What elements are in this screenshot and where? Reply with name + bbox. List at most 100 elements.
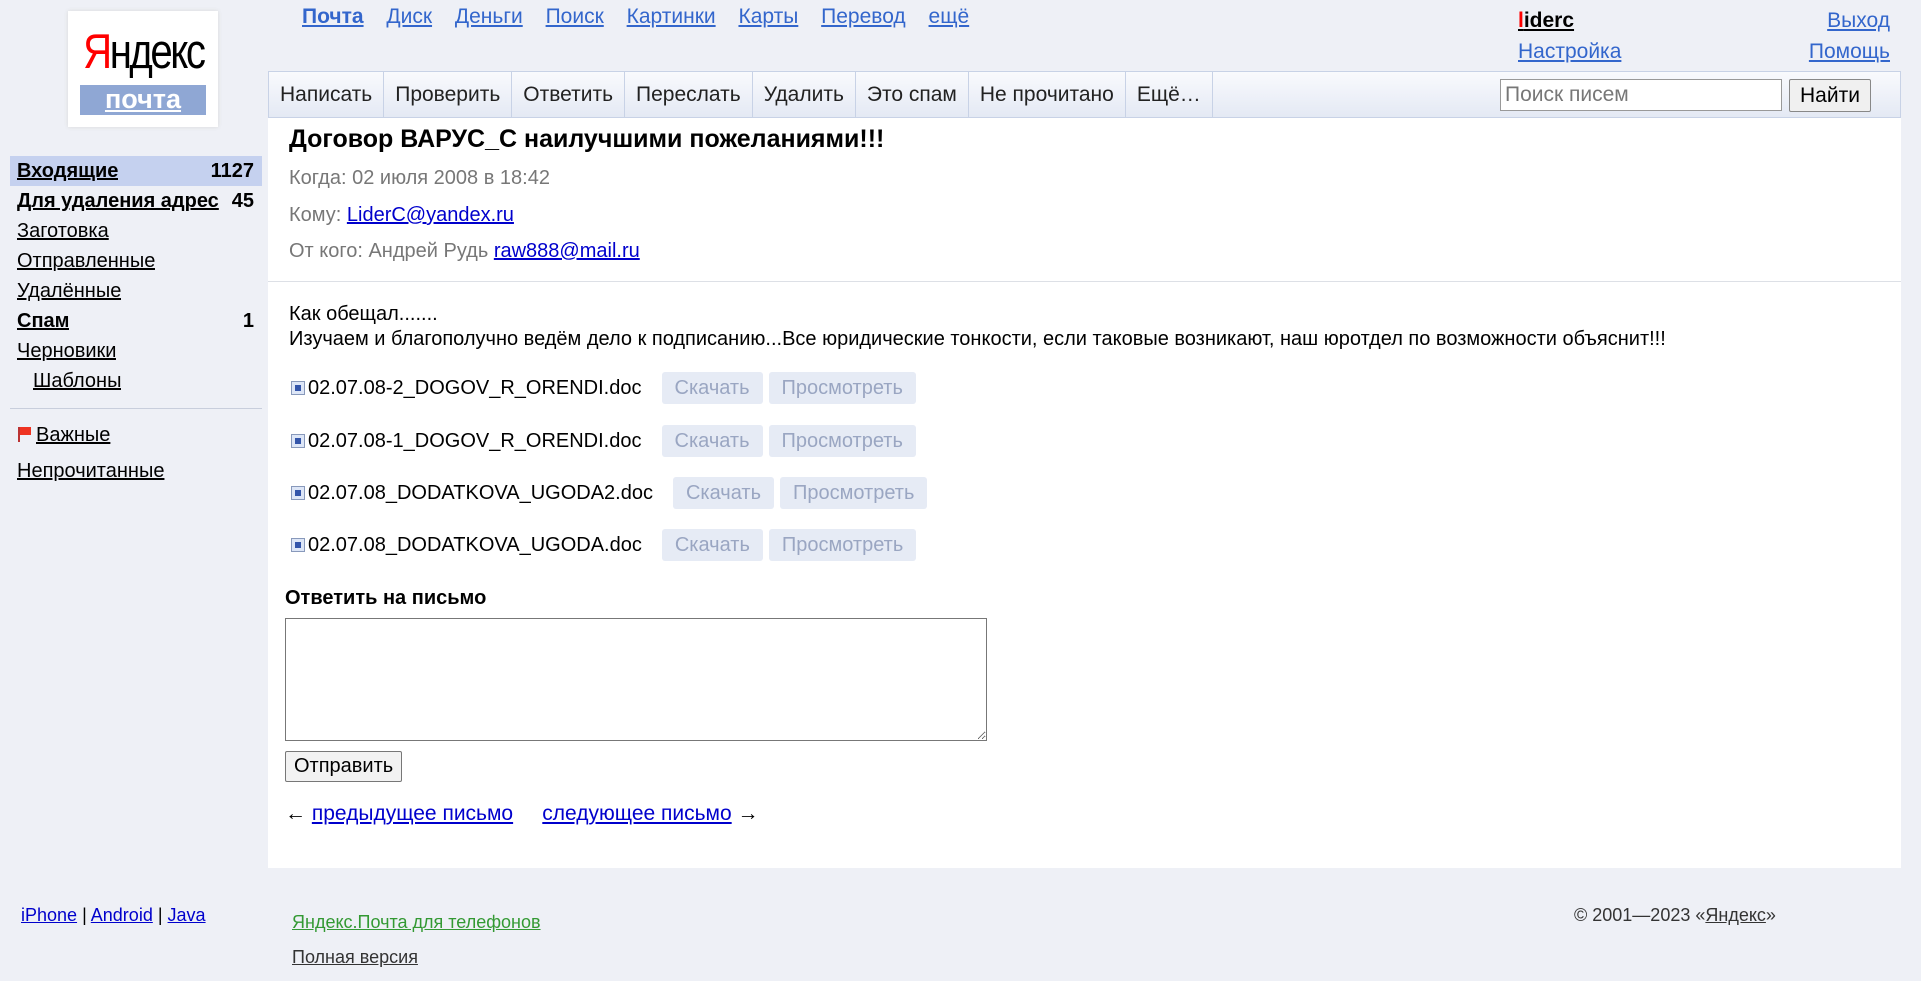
sender-email-link[interactable]: raw888@mail.ru	[494, 240, 640, 262]
folder-name[interactable]: Отправленные	[17, 246, 155, 276]
search-button[interactable]: Найти	[1789, 79, 1871, 112]
folder-drafts-template[interactable]: Заготовка	[10, 216, 262, 246]
view-button[interactable]: Просмотреть	[768, 425, 916, 457]
folder-name[interactable]: Заготовка	[17, 216, 109, 246]
reply-title: Ответить на письмо	[285, 587, 487, 609]
view-button[interactable]: Просмотреть	[768, 372, 916, 404]
folder-inbox[interactable]: Входящие 1127	[10, 156, 262, 186]
attachment-name: 02.07.08_DODATKOVA_UGODA2.doc	[308, 481, 653, 504]
services-nav: Почта Диск Деньги Поиск Картинки Карты П…	[302, 5, 986, 29]
mark-unread-button[interactable]: Не прочитано	[969, 72, 1126, 117]
folder-deleted[interactable]: Удалённые	[10, 276, 262, 306]
compose-button[interactable]: Написать	[269, 72, 385, 117]
attachment-item: 02.07.08-1_DOGOV_R_ORENDI.doc Скачать Пр…	[291, 425, 916, 457]
folder-name[interactable]: Входящие	[17, 156, 118, 186]
folder-templates[interactable]: Шаблоны	[10, 366, 262, 396]
message-to-row: Кому: LiderC@yandex.ru	[289, 204, 514, 226]
message-panel: Договор ВАРУС_С наилучшими пожеланиями!!…	[268, 118, 1901, 868]
folder-name[interactable]: Шаблоны	[17, 366, 121, 396]
message-subject: Договор ВАРУС_С наилучшими пожеланиями!!…	[289, 125, 885, 153]
header-divider	[268, 281, 1901, 282]
folder-drafts[interactable]: Черновики	[10, 336, 262, 366]
previous-message-link[interactable]: предыдущее письмо	[312, 802, 513, 825]
message-toolbar: Написать Проверить Ответить Переслать Уд…	[268, 71, 1901, 118]
folder-sent[interactable]: Отправленные	[10, 246, 262, 276]
attachment-item: 02.07.08-2_DOGOV_R_ORENDI.doc Скачать Пр…	[291, 372, 916, 404]
search-input[interactable]	[1500, 79, 1782, 111]
next-message-link[interactable]: следующее письмо	[542, 802, 731, 825]
attachment-item: 02.07.08_DODATKOVA_UGODA.doc Скачать Про…	[291, 529, 917, 561]
flag-icon	[17, 426, 31, 442]
filter-unread[interactable]: Непрочитанные	[10, 453, 262, 489]
view-button[interactable]: Просмотреть	[768, 529, 917, 561]
folder-name[interactable]: Спам	[17, 306, 69, 336]
sidebar-divider	[10, 408, 262, 409]
more-actions-button[interactable]: Ещё…	[1126, 72, 1213, 117]
folder-spam[interactable]: Спам 1	[10, 306, 262, 336]
iphone-link[interactable]: iPhone	[21, 905, 77, 925]
logo-wordmark: Яндекс	[83, 25, 206, 79]
check-mail-button[interactable]: Проверить	[384, 72, 513, 117]
reply-button[interactable]: Ответить	[512, 72, 626, 117]
view-button[interactable]: Просмотреть	[779, 477, 928, 509]
service-images-link[interactable]: Картинки	[627, 5, 716, 28]
important-link[interactable]: Важные	[36, 424, 110, 446]
unread-link[interactable]: Непрочитанные	[17, 460, 164, 482]
spam-button[interactable]: Это спам	[856, 72, 969, 117]
header-right-links: Выход Помощь	[1809, 5, 1890, 67]
java-link[interactable]: Java	[168, 905, 206, 925]
download-button[interactable]: Скачать	[672, 477, 774, 509]
attachment-name: 02.07.08-2_DOGOV_R_ORENDI.doc	[308, 376, 642, 399]
help-link[interactable]: Помощь	[1809, 36, 1890, 67]
full-version-link[interactable]: Полная версия	[292, 940, 541, 975]
delete-button[interactable]: Удалить	[753, 72, 856, 117]
download-button[interactable]: Скачать	[661, 425, 763, 457]
folder-for-deletion[interactable]: Для удаления адрес 45	[10, 186, 262, 216]
footer-version-links: Яндекс.Почта для телефонов Полная версия	[292, 905, 541, 975]
user-name-link[interactable]: liderc	[1518, 9, 1574, 32]
left-arrow-icon: ←	[285, 802, 306, 825]
folder-name[interactable]: Удалённые	[17, 276, 121, 306]
folder-name[interactable]: Черновики	[17, 336, 116, 366]
yandex-mail-logo[interactable]: Яндекс почта	[70, 13, 216, 125]
logout-link[interactable]: Выход	[1809, 5, 1890, 36]
service-mail-link[interactable]: Почта	[302, 5, 364, 28]
folder-count: 1	[242, 310, 254, 332]
service-money-link[interactable]: Деньги	[455, 5, 523, 28]
reply-textarea[interactable]	[285, 618, 987, 741]
forward-button[interactable]: Переслать	[625, 72, 753, 117]
filter-important[interactable]: Важные	[10, 417, 262, 453]
message-pager: ← предыдущее письмо следующее письмо →	[285, 802, 759, 826]
folder-name[interactable]: Для удаления адрес	[17, 186, 219, 216]
doc-file-icon	[291, 381, 305, 395]
android-link[interactable]: Android	[91, 905, 153, 925]
service-maps-link[interactable]: Карты	[738, 5, 798, 28]
sender-name: Андрей Рудь	[368, 240, 489, 262]
send-button[interactable]: Отправить	[285, 751, 403, 782]
logo-mail-label[interactable]: почта	[80, 85, 206, 115]
service-translate-link[interactable]: Перевод	[821, 5, 906, 28]
attachment-item: 02.07.08_DODATKOVA_UGODA2.doc Скачать Пр…	[291, 477, 928, 509]
mobile-apps-links: iPhone | Android | Java	[21, 905, 206, 925]
service-search-link[interactable]: Поиск	[546, 5, 604, 28]
message-date: 02 июля 2008 в 18:42	[352, 167, 550, 189]
folder-count: 1127	[210, 160, 254, 182]
right-arrow-icon: →	[737, 802, 759, 825]
doc-file-icon	[291, 486, 305, 500]
settings-link[interactable]: Настройка	[1518, 36, 1621, 67]
folder-sidebar: Входящие 1127 Для удаления адрес 45 Загото…	[10, 156, 262, 489]
service-disk-link[interactable]: Диск	[386, 5, 432, 28]
copyright: © 2001—2023 «Яндекс»	[1574, 905, 1776, 925]
doc-file-icon	[291, 434, 305, 448]
recipient-email-link[interactable]: LiderC@yandex.ru	[347, 204, 514, 226]
attachment-name: 02.07.08_DODATKOVA_UGODA.doc	[308, 533, 642, 556]
user-block: liderc Настройка	[1518, 5, 1621, 67]
download-button[interactable]: Скачать	[661, 372, 763, 404]
download-button[interactable]: Скачать	[661, 529, 763, 561]
mobile-mail-link[interactable]: Яндекс.Почта для телефонов	[292, 905, 541, 940]
message-body: Как обещал....... Изучаем и благополучно…	[289, 303, 1666, 350]
yandex-link[interactable]: Яндекс	[1705, 905, 1766, 925]
attachment-name: 02.07.08-1_DOGOV_R_ORENDI.doc	[308, 429, 642, 452]
service-more-link[interactable]: ещё	[929, 5, 970, 28]
folder-count: 45	[231, 190, 254, 212]
